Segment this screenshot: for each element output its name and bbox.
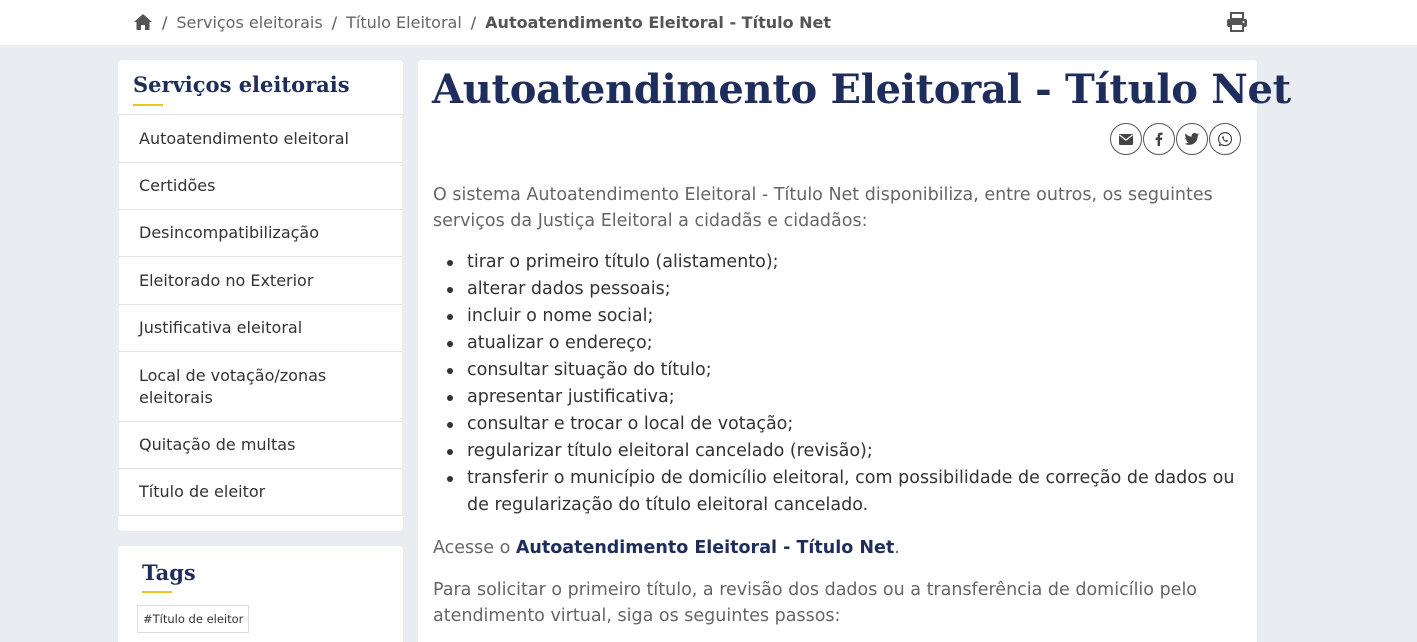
sidebar-title: Serviços eleitorais <box>133 72 350 97</box>
breadcrumb-separator: / <box>331 12 338 32</box>
sidebar-item-eleitorado-no-exterior[interactable]: Eleitorado no Exterior <box>118 256 403 304</box>
sidebar-item-label: Título de eleitor <box>139 482 266 501</box>
services-list: tirar o primeiro título (alistamento); a… <box>447 249 1243 519</box>
list-item: atualizar o endereço; <box>447 330 1243 357</box>
sidebar-item-label: Justificativa eleitoral <box>139 318 303 337</box>
list-item: consultar e trocar o local de votação; <box>447 411 1243 438</box>
list-item: consultar situação do título; <box>447 357 1243 384</box>
top-bar: / Serviços eleitorais / Título Eleitoral… <box>0 0 1417 45</box>
breadcrumb-servicos-eleitorais[interactable]: Serviços eleitorais <box>176 13 322 32</box>
sidebar-item-local-de-votacao[interactable]: Local de votação/zonas eleitorais <box>118 351 403 421</box>
sidebar-item-label: Desincompatibilização <box>139 223 320 242</box>
share-whatsapp-button[interactable] <box>1209 123 1241 155</box>
breadcrumb-current: Autoatendimento Eleitoral - Título Net <box>485 12 832 32</box>
share-buttons <box>1109 123 1241 155</box>
whatsapp-icon <box>1218 132 1232 146</box>
main-content: Autoatendimento Eleitoral - Título Net O… <box>418 60 1291 642</box>
sidebar-item-label: Certidões <box>139 176 216 195</box>
sidebar-item-titulo-de-eleitor[interactable]: Título de eleitor <box>118 468 403 516</box>
tag-chip[interactable]: #Título de eleitor <box>137 605 250 633</box>
sidebar-item-certidoes[interactable]: Certidões <box>118 162 403 209</box>
breadcrumb-separator: / <box>470 12 477 32</box>
article-body: O sistema Autoatendimento Eleitoral - Tí… <box>433 182 1243 629</box>
sidebar-item-label: Local de votação/zonas eleitorais <box>139 365 327 407</box>
sidebar-item-label: Autoatendimento eleitoral <box>139 128 349 148</box>
twitter-icon <box>1185 133 1199 145</box>
access-suffix: . <box>894 538 900 558</box>
breadcrumb-titulo-eleitoral[interactable]: Título Eleitoral <box>346 13 462 32</box>
titulo-net-link[interactable]: Autoatendimento Eleitoral - Título Net <box>516 538 894 558</box>
home-icon[interactable] <box>133 13 153 31</box>
list-item: apresentar justificativa; <box>447 384 1243 411</box>
breadcrumb-separator: / <box>162 12 168 32</box>
sidebar-item-desincompatibilizacao[interactable]: Desincompatibilização <box>118 209 403 256</box>
title-underline <box>133 104 163 106</box>
list-item: tirar o primeiro título (alistamento); <box>447 249 1243 276</box>
sidebar-services: Serviços eleitorais Autoatendimento elei… <box>118 60 403 531</box>
intro-paragraph: O sistema Autoatendimento Eleitoral - Tí… <box>433 185 1213 231</box>
title-underline <box>142 591 172 593</box>
sidebar-item-label: Quitação de multas <box>139 435 296 454</box>
list-item: transferir o município de domicílio elei… <box>447 465 1243 519</box>
list-item: regularizar título eleitoral cancelado (… <box>447 438 1243 465</box>
sidebar-item-justificativa-eleitoral[interactable]: Justificativa eleitoral <box>118 304 403 351</box>
sidebar-item-quitacao-de-multas[interactable]: Quitação de multas <box>118 421 403 468</box>
sidebar-menu: Autoatendimento eleitoral Certidões Desi… <box>118 114 403 516</box>
tags-title: Tags <box>142 560 196 585</box>
sidebar-item-label: Eleitorado no Exterior <box>139 270 314 290</box>
share-twitter-button[interactable] <box>1176 123 1208 155</box>
tags-panel: Tags #Título de eleitor <box>118 546 403 642</box>
share-email-button[interactable] <box>1110 123 1142 155</box>
page-title: Autoatendimento Eleitoral - Título Net <box>432 66 1291 113</box>
sidebar-item-autoatendimento-eleitoral[interactable]: Autoatendimento eleitoral <box>118 114 403 162</box>
envelope-icon <box>1119 133 1133 145</box>
breadcrumb: / Serviços eleitorais / Título Eleitoral… <box>133 10 831 34</box>
facebook-icon <box>1155 132 1163 146</box>
list-item: alterar dados pessoais; <box>447 276 1243 303</box>
list-item: incluir o nome social; <box>447 303 1243 330</box>
access-paragraph: Acesse o Autoatendimento Eleitoral - Tít… <box>433 535 1243 561</box>
print-icon[interactable] <box>1226 12 1248 32</box>
share-facebook-button[interactable] <box>1143 123 1175 155</box>
steps-paragraph: Para solicitar o primeiro título, a revi… <box>433 580 1198 626</box>
access-prefix: Acesse o <box>433 538 516 558</box>
